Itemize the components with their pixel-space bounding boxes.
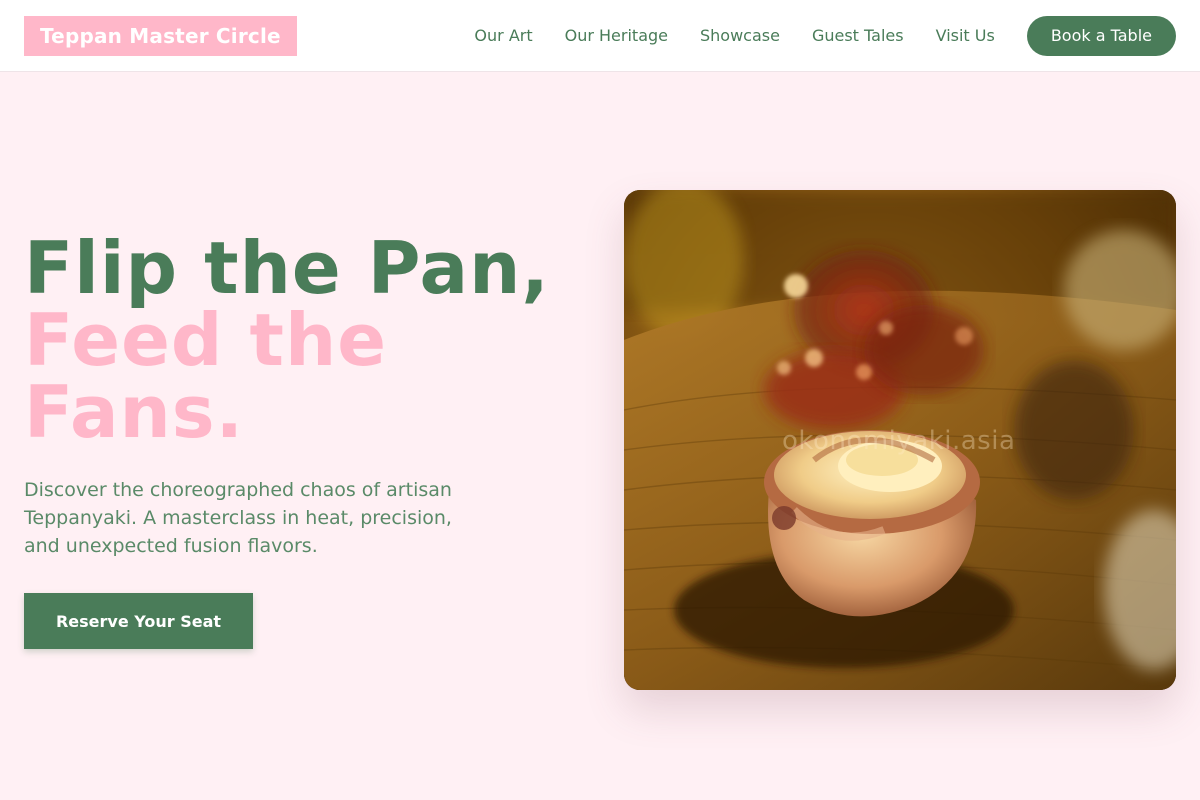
brand-logo[interactable]: Teppan Master Circle	[24, 15, 297, 56]
main-nav: Our Art Our Heritage Showcase Guest Tale…	[474, 15, 1176, 56]
site-header: Teppan Master Circle Our Art Our Heritag…	[0, 0, 1200, 72]
nav-link-guest-tales[interactable]: Guest Tales	[812, 26, 904, 45]
hero-text: Flip the Pan, Feed the Fans. Discover th…	[24, 232, 584, 649]
book-table-button[interactable]: Book a Table	[1026, 15, 1176, 56]
reserve-seat-button[interactable]: Reserve Your Seat	[24, 593, 253, 649]
hero-food-image: okonomiyaki.asia	[624, 190, 1176, 690]
nav-link-visit-us[interactable]: Visit Us	[936, 26, 995, 45]
hero-title-line-3: Fans.	[24, 370, 245, 454]
nav-link-our-heritage[interactable]: Our Heritage	[565, 26, 668, 45]
nav-link-our-art[interactable]: Our Art	[474, 26, 532, 45]
hero-title: Flip the Pan, Feed the Fans.	[24, 232, 584, 448]
hero-title-line-1: Flip the Pan,	[24, 226, 550, 310]
hero-description: Discover the choreographed chaos of arti…	[24, 479, 452, 557]
nav-link-showcase[interactable]: Showcase	[700, 26, 780, 45]
hero-title-line-2: Feed the	[24, 298, 388, 382]
sushi-roll-photo	[624, 190, 1176, 690]
